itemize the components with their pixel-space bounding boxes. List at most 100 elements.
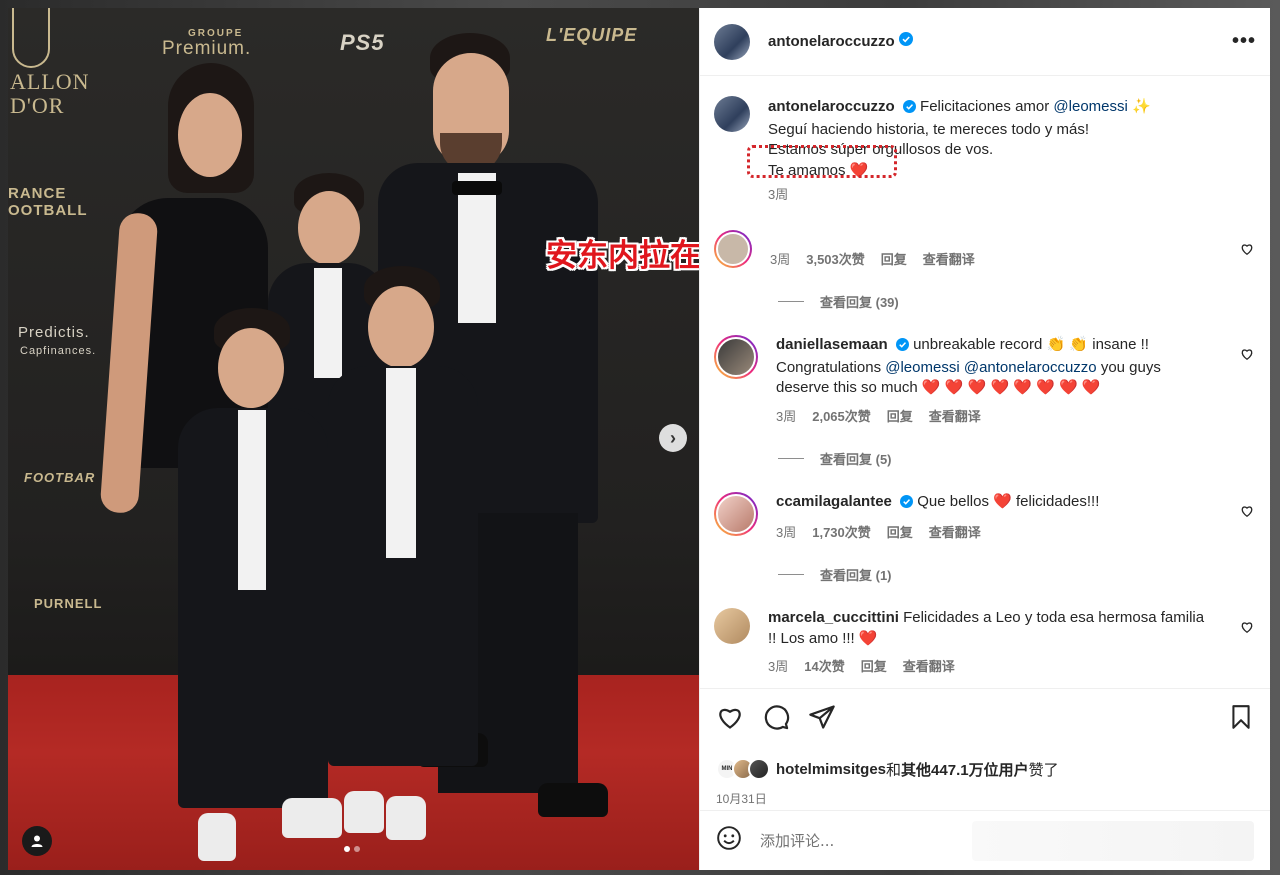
likes-suffix: 赞了	[1028, 761, 1059, 779]
comment-likes[interactable]: 14次赞	[804, 657, 844, 678]
reply-button[interactable]: 回复	[887, 407, 913, 428]
author-avatar[interactable]	[714, 23, 750, 60]
carousel-indicator	[344, 846, 360, 852]
carousel-dot-active	[344, 846, 350, 852]
carousel-dot	[354, 846, 360, 852]
reply-button[interactable]: 回复	[861, 657, 887, 678]
comment-likes[interactable]: 3,503次赞	[806, 250, 865, 271]
author-username[interactable]: antonelaroccuzzo	[768, 33, 895, 50]
comment-item: ccamilagalantee Que bellos ❤️ felicidade…	[714, 492, 1256, 543]
comment-like-heart-icon[interactable]	[1240, 242, 1254, 261]
post-actions: MIN hotelmimsitges 和其他447.1万位用户 赞了 10月31日	[700, 688, 1270, 810]
view-replies-button[interactable]: 查看回复 (1)	[778, 565, 1256, 584]
post-modal: ALLON D'OR GROUPE Premium. PS5 L'EQUIPE …	[8, 8, 1270, 870]
comment-like-heart-icon[interactable]	[1240, 620, 1254, 639]
comment-text: Felicidades a Leo y toda esa hermosa fam…	[903, 609, 1205, 626]
mention-link[interactable]: @leomessi	[885, 359, 959, 376]
comment-item: daniellasemaan unbreakable record 👏 👏 in…	[714, 335, 1256, 427]
heart-emoji: ❤️	[858, 629, 878, 647]
comment-item: 3周 3,503次赞 回复 查看翻译	[714, 229, 1256, 271]
bookmark-icon[interactable]	[1228, 703, 1254, 736]
post-media: ALLON D'OR GROUPE Premium. PS5 L'EQUIPE …	[8, 8, 699, 870]
post-header: antonelaroccuzzo •••	[700, 8, 1270, 76]
comment-text: insane !!	[1092, 336, 1149, 353]
comment-icon[interactable]	[762, 703, 790, 736]
predictis-logo: Predictis.	[18, 324, 90, 341]
caption-line: Seguí haciendo historia, te mereces todo…	[768, 120, 1090, 138]
verified-badge-icon	[898, 32, 913, 51]
emoji-icon[interactable]	[716, 825, 742, 856]
comment-text: unbreakable record	[913, 336, 1043, 353]
person-son-youngest	[178, 308, 342, 868]
view-replies-button[interactable]: 查看回复 (5)	[778, 449, 1256, 468]
caption-text: Felicitaciones amor	[920, 98, 1050, 115]
premium-logo: Premium.	[162, 38, 252, 59]
send-icon[interactable]	[808, 703, 836, 736]
more-horizontal-icon[interactable]: •••	[1232, 30, 1256, 53]
caption-username[interactable]: antonelaroccuzzo	[768, 98, 895, 115]
comment-item: marcela_cuccittini Felicidades a Leo y t…	[714, 608, 1256, 678]
user-tag-icon[interactable]	[22, 826, 52, 856]
commenter-avatar[interactable]	[714, 492, 758, 536]
post-panel: antonelaroccuzzo ••• antonelaroccuzzo Fe…	[699, 8, 1270, 870]
translate-button[interactable]: 查看翻译	[929, 523, 981, 544]
reply-button[interactable]: 回复	[887, 523, 913, 544]
comment-time: 3周	[768, 659, 789, 674]
capfinances-logo: Capfinances.	[20, 345, 97, 357]
comment-likes[interactable]: 2,065次赞	[812, 407, 871, 428]
comment-text: Que bellos	[917, 493, 989, 510]
comment-username[interactable]: marcela_cuccittini	[768, 609, 899, 626]
person-son-middle	[328, 266, 478, 846]
trophy-icon	[12, 8, 50, 68]
translate-button[interactable]: 查看翻译	[929, 407, 981, 428]
caption-author-avatar[interactable]	[714, 96, 750, 132]
verified-badge-icon	[900, 494, 914, 515]
comment-text: Congratulations	[776, 358, 882, 376]
post-date: 10月31日	[716, 792, 767, 806]
comment-username[interactable]: ccamilagalantee	[776, 493, 892, 510]
sparkle-emoji: ✨	[1132, 98, 1151, 115]
comment-like-heart-icon[interactable]	[1240, 347, 1254, 366]
comment-time: 3周	[770, 251, 791, 267]
comment-time: 3周	[776, 408, 797, 424]
liker-username[interactable]: hotelmimsitges	[776, 761, 886, 778]
comment-username[interactable]: daniellasemaan	[776, 336, 888, 353]
footbar-logo: FOOTBAR	[24, 470, 96, 485]
comment-text: !! Los amo !!!	[768, 629, 855, 647]
verified-badge-icon	[895, 337, 909, 358]
comment-text: deserve this so much	[776, 379, 918, 396]
heart-icon[interactable]	[716, 703, 744, 736]
mention-link[interactable]: @antonelaroccuzzo	[964, 359, 1097, 376]
france-football-logo: RANCE OOTBALL	[8, 185, 88, 219]
clap-emoji: 👏	[1046, 336, 1066, 353]
add-comment-bar	[700, 810, 1270, 870]
chevron-right-icon[interactable]: ›	[659, 424, 687, 452]
translate-button[interactable]: 查看翻译	[903, 657, 955, 678]
comment-input[interactable]	[760, 831, 954, 850]
clap-emoji: 👏	[1069, 336, 1089, 353]
heart-emoji: ❤️	[993, 493, 1012, 510]
comment-time: 3周	[776, 524, 797, 540]
commenter-avatar[interactable]	[714, 229, 752, 268]
post-comment-area[interactable]	[972, 820, 1254, 861]
caption-time: 3周	[768, 187, 789, 202]
comment-likes[interactable]: 1,730次赞	[812, 523, 871, 544]
mention-link[interactable]: @leomessi	[1053, 98, 1127, 115]
comment-like-heart-icon[interactable]	[1240, 504, 1254, 523]
commenter-avatar[interactable]	[714, 608, 750, 644]
likes-and: 和	[886, 761, 902, 779]
likes-summary[interactable]: MIN hotelmimsitges 和其他447.1万位用户 赞了	[716, 758, 1254, 780]
liker-avatar	[748, 758, 770, 780]
ballon-dor-logo: ALLON D'OR	[10, 69, 90, 118]
likes-others[interactable]: 其他447.1万位用户	[901, 759, 1029, 780]
heart-emojis: ❤️ ❤️ ❤️ ❤️ ❤️ ❤️ ❤️ ❤️	[921, 379, 1101, 396]
comment-text: you guys	[1100, 358, 1161, 376]
reply-button[interactable]: 回复	[881, 250, 907, 271]
view-replies-button[interactable]: 查看回复 (39)	[778, 292, 1256, 311]
verified-badge-icon	[902, 99, 916, 120]
translate-button[interactable]: 查看翻译	[923, 250, 975, 271]
comment-text: felicidades!!!	[1016, 493, 1100, 510]
purnell-logo: PURNELL	[34, 596, 103, 611]
news-overlay-caption: 安东内拉在金球奖颁奖典礼后发INS晒全家福	[546, 238, 699, 274]
commenter-avatar[interactable]	[714, 335, 758, 379]
